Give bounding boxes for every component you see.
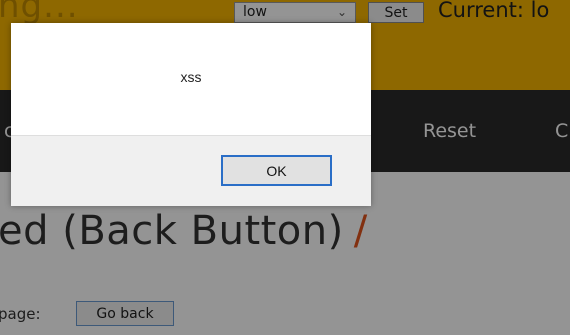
alert-dialog-body: xss (11, 23, 371, 135)
alert-message: xss (180, 69, 202, 85)
alert-dialog: xss OK (11, 23, 371, 206)
ok-button[interactable]: OK (221, 155, 332, 186)
alert-dialog-footer: OK (11, 135, 371, 206)
